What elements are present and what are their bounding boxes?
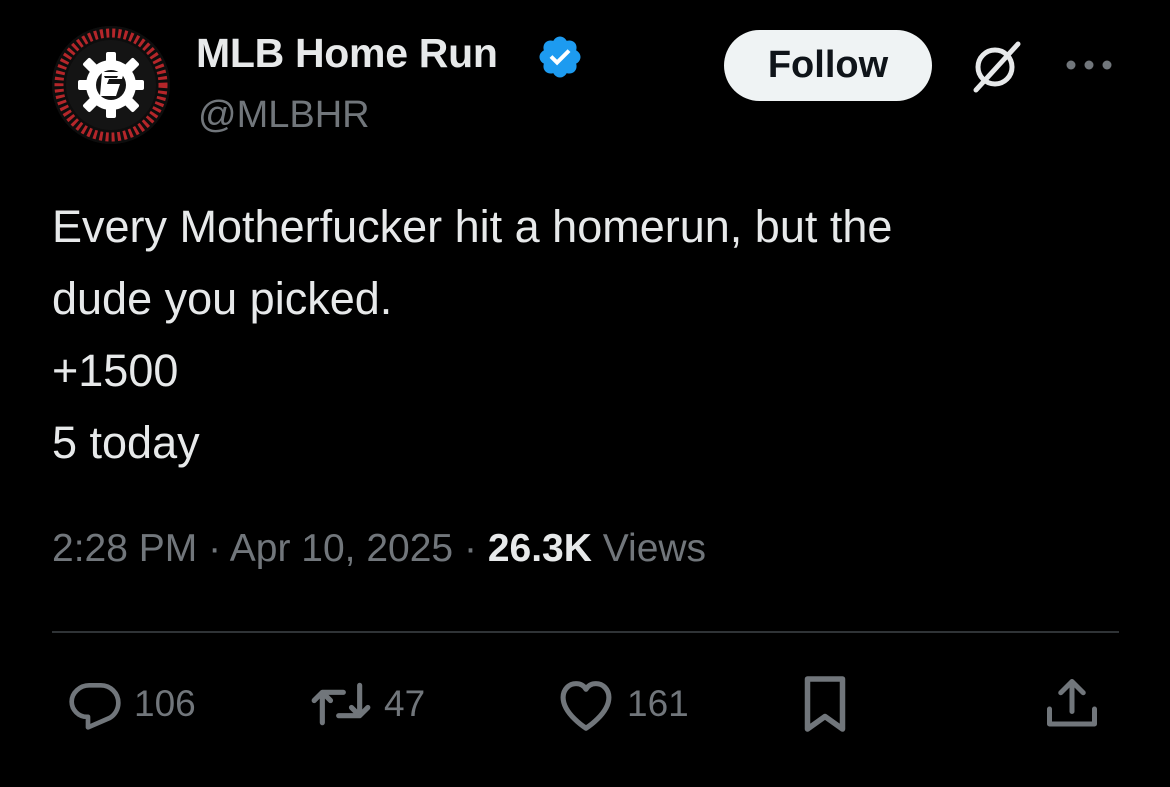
ellipsis-icon[interactable] [1064,55,1114,75]
bookmark-icon [804,676,846,732]
reply-button[interactable]: 106 [66,672,196,736]
repost-icon [311,682,371,726]
slashed-circle-icon[interactable] [966,38,1026,94]
tweet-time[interactable]: 2:28 PM [52,527,197,570]
tweet-text: Every Motherfucker hit a homerun, but th… [52,201,893,468]
user-handle[interactable]: @MLBHR [198,94,370,137]
like-button[interactable]: 161 [555,672,689,736]
bookmark-button[interactable] [800,672,850,736]
divider [52,631,1119,633]
like-count: 161 [627,683,689,724]
verified-badge-icon [539,36,581,78]
reply-icon [69,683,121,730]
meta-separator: · [463,527,477,570]
meta-separator: · [208,527,222,570]
heart-icon [560,681,612,731]
repost-count: 47 [384,683,426,724]
avatar[interactable] [52,26,170,144]
reply-count: 106 [134,683,196,724]
display-name[interactable]: MLB Home Run [196,30,498,77]
tweet-meta: 2:28 PM · Apr 10, 2025 · 26.3K Views [52,527,706,571]
gear-g-logo-icon [52,26,170,144]
tweet-date[interactable]: Apr 10, 2025 [230,527,453,570]
views-label: Views [602,527,707,570]
views-count: 26.3K [487,527,592,570]
repost-button[interactable]: 47 [308,672,425,736]
tweet: MLB Home Run @MLBHR Follow Every Motherf… [0,0,1170,787]
share-icon [1047,679,1097,727]
share-button[interactable] [1042,672,1102,736]
follow-button[interactable]: Follow [724,30,932,101]
